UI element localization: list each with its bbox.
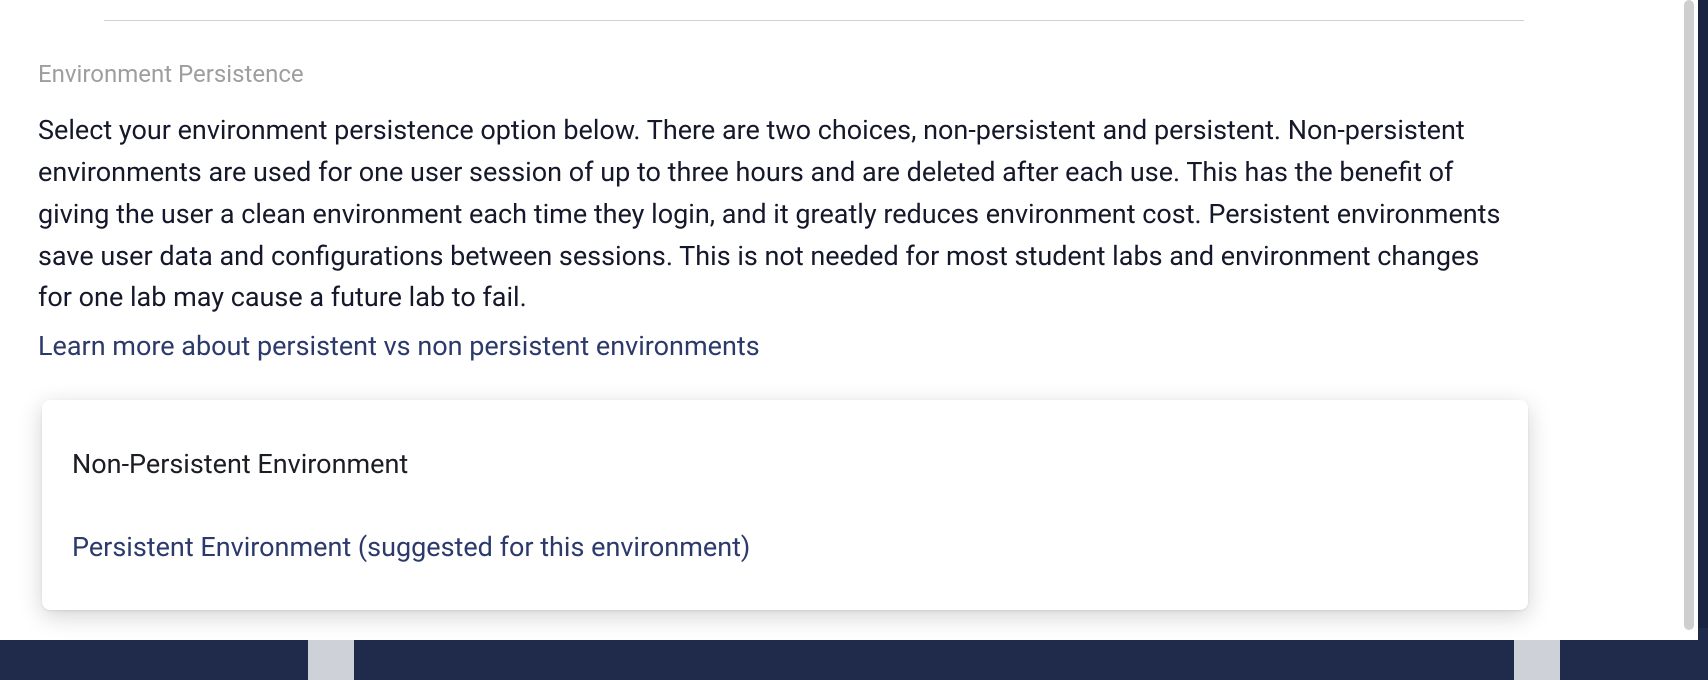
section-divider [104,20,1524,21]
option-non-persistent[interactable]: Non-Persistent Environment [42,430,1528,498]
section-label-environment-persistence: Environment Persistence [38,60,304,88]
learn-more-link[interactable]: Learn more about persistent vs non persi… [38,330,760,362]
option-persistent[interactable]: Persistent Environment (suggested for th… [42,513,1528,581]
section-description: Select your environment persistence opti… [38,110,1513,319]
modal-scrollbar[interactable] [1684,0,1694,630]
environment-persistence-panel: Environment Persistence Select your envi… [0,0,1698,640]
persistence-options-menu: Non-Persistent Environment Persistent En… [42,400,1528,610]
